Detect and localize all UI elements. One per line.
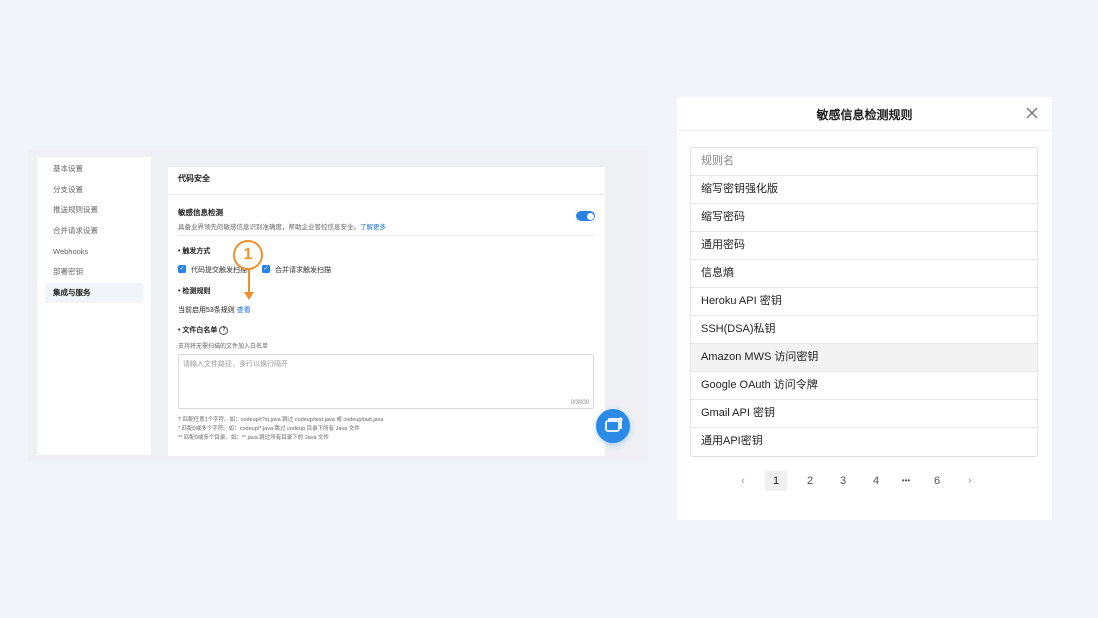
table-row: Amazon MWS 访问密钥 — [691, 344, 1037, 372]
dialog-header: 敏感信息检测规则 — [677, 97, 1052, 131]
table-header: 规则名 — [691, 148, 1037, 176]
sidebar-item-basic[interactable]: 基本设置 — [45, 159, 143, 179]
table-row: Google OAuth 访问令牌 — [691, 372, 1037, 400]
help-icon[interactable]: ? — [219, 325, 229, 335]
sidebar-item-integrations[interactable]: 集成与服务 — [45, 283, 143, 303]
annotation-arrow-head — [244, 292, 254, 300]
divider — [178, 235, 595, 236]
table-row: 缩写密码 — [691, 204, 1037, 232]
table-row: Heroku API 密钥 — [691, 288, 1037, 316]
prev-page-button[interactable]: ‹ — [732, 471, 754, 491]
settings-sidebar: 基本设置 分支设置 推送规则设置 合并请求设置 Webhooks 部署密钥 集成… — [37, 157, 151, 455]
section-title: 代码安全 — [178, 174, 210, 183]
learn-more-link[interactable]: 了解更多 — [360, 224, 386, 231]
divider — [168, 194, 605, 195]
sensitive-detection-title: 敏感信息检测 — [178, 208, 223, 217]
sidebar-item-deploy-keys[interactable]: 部署密钥 — [45, 262, 143, 282]
whitelist-textarea[interactable]: 请输入文件路径，多行以换行隔开 0/3000 — [178, 354, 594, 409]
textarea-placeholder: 请输入文件路径，多行以换行隔开 — [183, 361, 288, 368]
whitelist-desc: 支持将无需扫描的文件加入白名单 — [178, 344, 269, 350]
textarea-char-count: 0/3000 — [570, 400, 589, 406]
sidebar-item-merge-request[interactable]: 合并请求设置 — [45, 221, 143, 241]
sensitive-detection-toggle[interactable] — [576, 211, 595, 221]
table-row: 通用API密钥 — [701, 435, 763, 447]
rules-count-text: 当前启用53条规则 — [178, 307, 235, 314]
page-ellipsis[interactable]: ••• — [895, 471, 917, 491]
hint-line: ** 匹配0或多个目录。如：**.java 跳过所有目录下的 Java 文件 — [178, 435, 329, 441]
annotation-marker: 1 — [233, 240, 263, 270]
page-4-button[interactable]: 4 — [865, 471, 887, 491]
table-row: SSH(DSA)私钥 — [691, 316, 1037, 344]
whitelist-title-text: • 文件白名单 — [178, 327, 218, 334]
commit-trigger-checkbox[interactable]: ✓ — [178, 265, 186, 273]
hint-line: * 匹配0或多个字符。如：codeup/*.java 跳过 codeup 目录下… — [178, 426, 360, 432]
mr-trigger-checkbox[interactable]: ✓ — [262, 265, 270, 273]
trigger-title: • 触发方式 — [178, 248, 211, 255]
page-1-button[interactable]: 1 — [765, 471, 787, 491]
page-2-button[interactable]: 2 — [799, 471, 821, 491]
table-row: 通用密码 — [691, 232, 1037, 260]
view-rules-link[interactable]: 查看 — [237, 307, 251, 314]
chat-icon — [605, 417, 623, 432]
sensitive-detection-desc: 具备业界领先的敏感信息识别准确度，帮助企业管控信息安全。了解更多 — [178, 221, 386, 231]
rules-table: 规则名 缩写密钥强化版 缩写密码 通用密码 信息熵 Heroku API 密钥 … — [690, 147, 1038, 457]
sensitive-desc-text: 具备业界领先的敏感信息识别准确度，帮助企业管控信息安全。 — [178, 224, 360, 231]
close-icon[interactable] — [1025, 106, 1039, 120]
code-security-panel: 代码安全 敏感信息检测 具备业界领先的敏感信息识别准确度，帮助企业管控信息安全。… — [168, 167, 605, 456]
pagination: ‹ 1 2 3 4 ••• 6 › — [677, 471, 1052, 491]
annotation-arrow-line — [248, 270, 250, 293]
rules-dialog: 敏感信息检测规则 规则名 缩写密钥强化版 缩写密码 通用密码 信息熵 Herok… — [677, 97, 1052, 520]
dialog-title: 敏感信息检测规则 — [816, 108, 913, 122]
hint-line: ? 匹配任意1个字符。如：codeup/t?st.java 跳过 codeup/… — [178, 417, 384, 423]
chat-fab-button[interactable] — [596, 409, 630, 443]
sidebar-item-webhooks[interactable]: Webhooks — [45, 242, 143, 262]
table-row: 信息熵 — [691, 260, 1037, 288]
sidebar-item-push-rules[interactable]: 推送规则设置 — [45, 200, 143, 220]
table-row: 缩写密钥强化版 — [691, 176, 1037, 204]
page-3-button[interactable]: 3 — [832, 471, 854, 491]
page-6-button[interactable]: 6 — [926, 471, 948, 491]
rules-current: 当前启用53条规则 查看 — [178, 305, 251, 315]
rules-title: • 检测规则 — [178, 288, 211, 295]
table-row: Gmail API 密钥 — [691, 400, 1037, 428]
sidebar-item-branch[interactable]: 分支设置 — [45, 180, 143, 200]
whitelist-title: • 文件白名单? — [178, 325, 229, 335]
mr-trigger-label: 合并请求触发扫描 — [275, 267, 331, 274]
next-page-button[interactable]: › — [959, 471, 981, 491]
